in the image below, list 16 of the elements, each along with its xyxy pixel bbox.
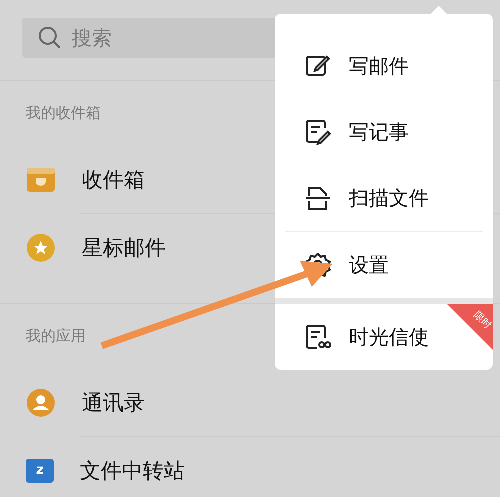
folder-icon: z <box>26 458 54 482</box>
document-scan-icon <box>305 185 331 211</box>
list-item[interactable]: 通讯录 <box>82 388 145 416</box>
menu-item[interactable]: 写记事 <box>275 99 493 165</box>
pencil-square-icon <box>305 53 331 79</box>
section-title: 我的收件箱 <box>26 104 101 123</box>
section-title: 我的应用 <box>26 327 86 346</box>
search-icon <box>38 26 62 50</box>
note-pencil-icon <box>305 119 331 145</box>
list-item[interactable]: 收件箱 <box>82 166 145 194</box>
letter-icon <box>305 324 331 350</box>
menu-item[interactable]: 扫描文件 <box>275 165 493 231</box>
list-item[interactable]: 文件中转站 <box>80 456 185 484</box>
menu-item[interactable]: 时光信使 限时 <box>275 304 493 370</box>
corner-badge: 限时 <box>447 304 493 350</box>
list-item[interactable]: 星标邮件 <box>82 234 166 262</box>
